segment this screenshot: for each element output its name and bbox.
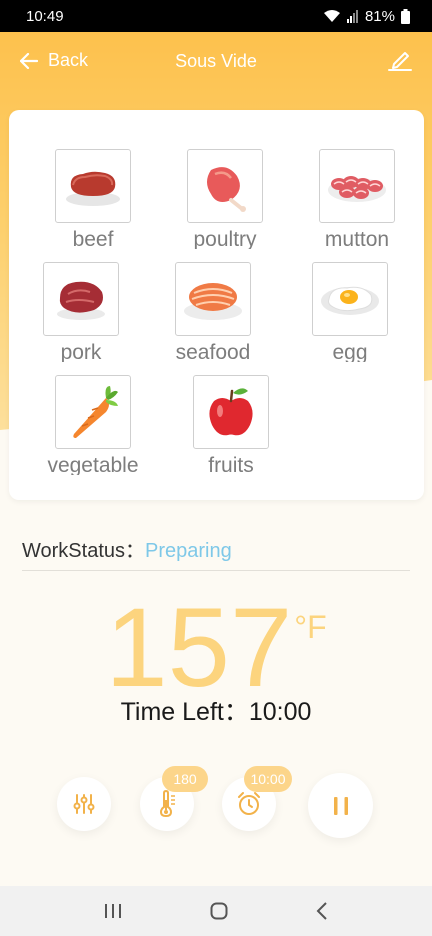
temperature-unit: °F [294,609,327,645]
food-item-pork[interactable]: pork [26,262,136,362]
pencil-icon [388,52,412,71]
fruits-icon [209,388,253,436]
beef-icon [66,171,120,206]
edit-button[interactable] [388,48,412,77]
recent-apps-icon [105,904,121,918]
food-item-fruits[interactable]: fruits [176,375,286,475]
pause-icon [333,796,348,815]
food-tile [193,375,269,449]
food-item-mutton[interactable]: mutton [302,149,412,249]
recent-apps-button[interactable] [104,903,122,919]
poultry-icon [207,167,246,212]
food-tile [55,149,131,223]
thermometer-icon [159,790,175,818]
status-icons: 81% [323,8,410,25]
food-label: poultry [193,228,257,249]
status-bar: 10:49 81% [0,0,432,32]
food-category-card: beef poultry mutton pork seafood egg veg… [9,110,424,500]
battery-icon [401,8,410,24]
food-tile [187,149,263,223]
time-left: Time Left：10:00 [0,692,432,728]
food-label: mutton [324,228,390,249]
vegetable-icon [73,386,118,438]
food-label: seafood [175,341,251,362]
food-tile [175,262,251,336]
settings-button[interactable] [57,777,111,831]
food-tile [312,262,388,336]
page-title: Sous Vide [175,51,257,71]
food-tile [43,262,119,336]
sliders-icon [73,794,95,814]
home-icon [210,902,228,920]
food-item-seafood[interactable]: seafood [158,262,268,362]
signal-icon [346,9,358,23]
divider [22,570,410,571]
battery-percent: 81% [364,7,395,25]
home-button[interactable] [210,902,228,920]
mutton-icon [328,176,386,202]
seafood-icon [184,283,242,320]
egg-icon [321,286,379,315]
pause-button[interactable] [308,773,373,838]
work-status-label: WorkStatus： [22,540,145,562]
wifi-icon [323,10,340,22]
system-nav-bar [0,886,432,936]
chevron-left-icon [316,902,327,920]
food-tile [55,375,131,449]
time-left-label: Time Left： [120,698,249,726]
food-tile [319,149,395,223]
app-bar: Back Sous Vide [0,32,432,92]
food-item-poultry[interactable]: poultry [170,149,280,249]
work-status: WorkStatus：Preparing [22,534,232,563]
system-back-button[interactable] [316,902,328,920]
status-time: 10:49 [26,7,64,25]
food-label: fruits [208,454,254,475]
food-item-beef[interactable]: beef [38,149,148,249]
food-label: vegetable [47,454,139,475]
work-status-value: Preparing [145,540,232,562]
alarm-clock-icon [238,792,260,815]
food-item-vegetable[interactable]: vegetable [38,375,148,475]
food-label: pork [60,341,102,362]
temperature-display: 157°F [0,592,432,704]
food-label: beef [72,228,114,249]
time-left-value: 10:00 [248,698,312,726]
temperature-badge: 180 [162,766,208,792]
food-label: egg [332,341,368,362]
food-item-egg[interactable]: egg [295,262,405,362]
timer-badge: 10:00 [244,766,292,792]
pork-icon [57,281,105,320]
